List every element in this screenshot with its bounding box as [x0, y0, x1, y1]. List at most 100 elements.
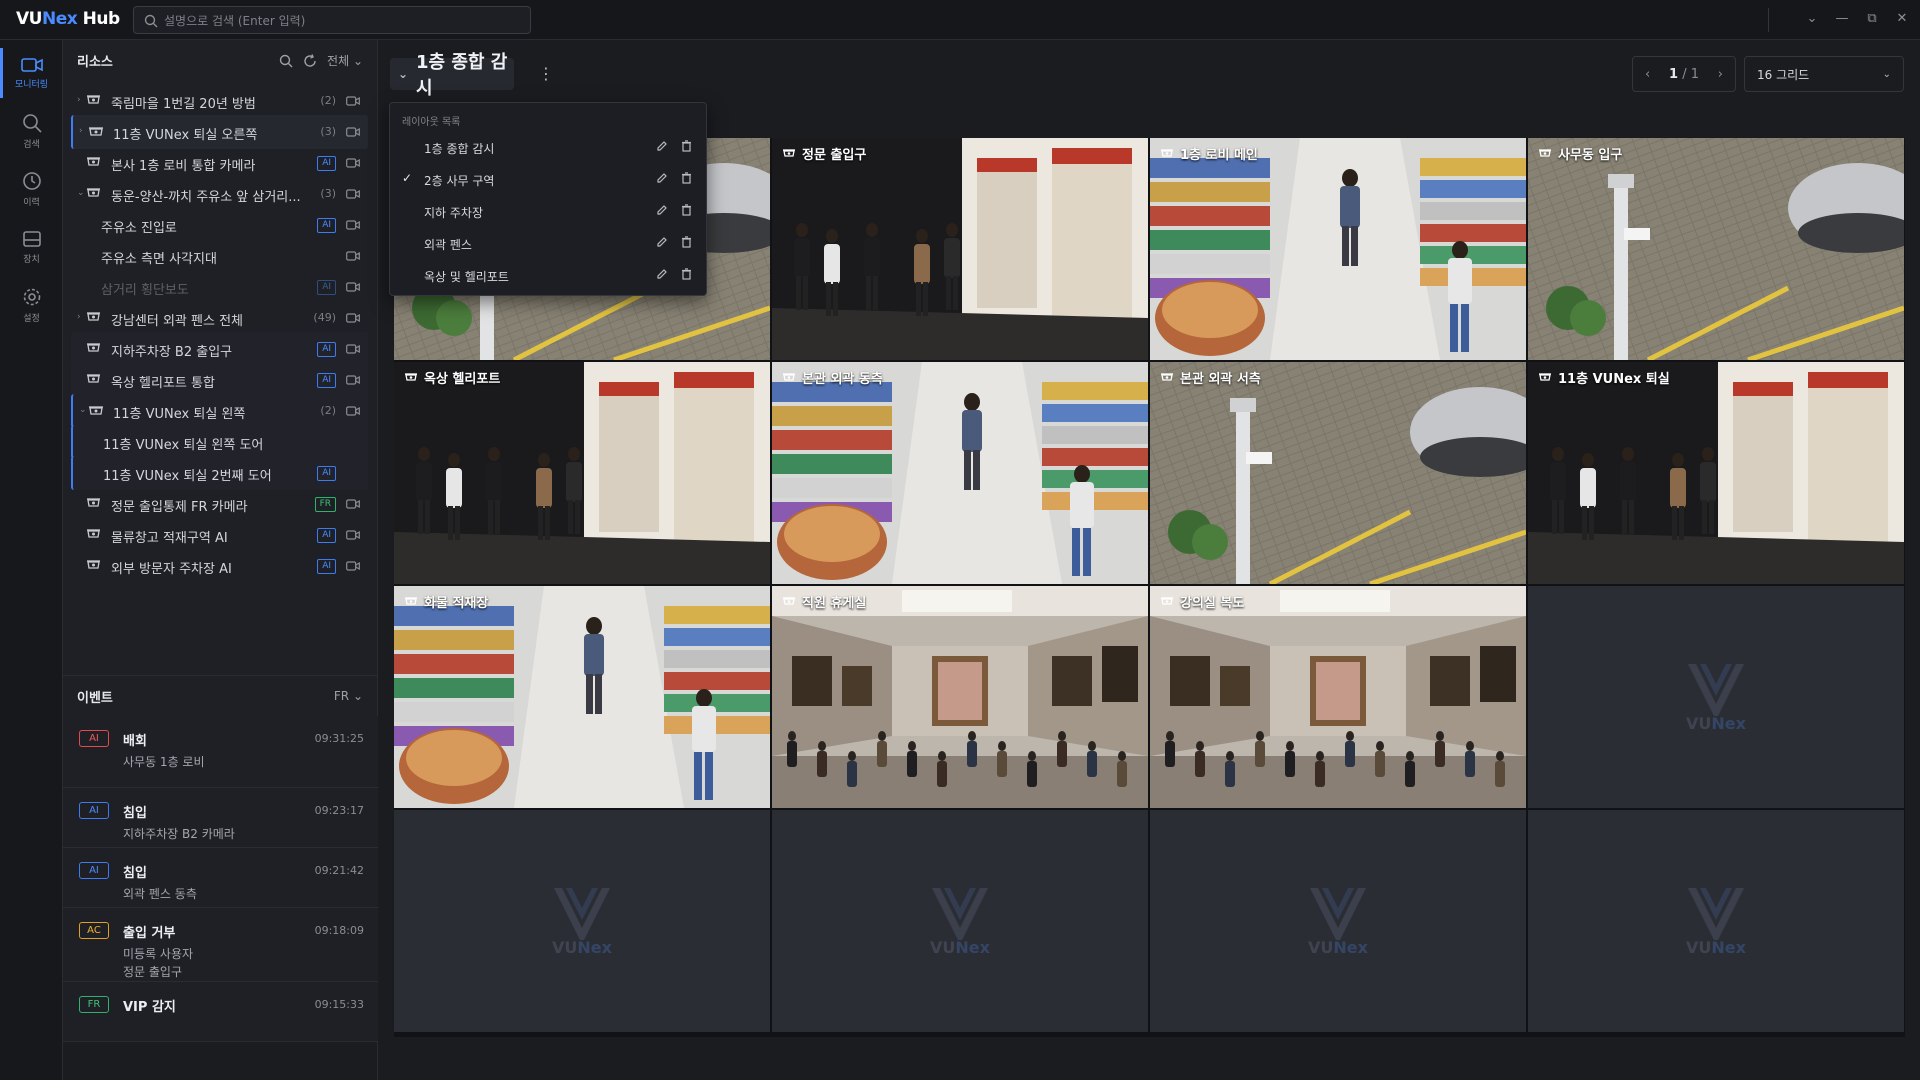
- layout-list-header: 레이아웃 목록: [402, 117, 461, 128]
- video-camera-icon[interactable]: [346, 188, 360, 200]
- close-icon[interactable]: ✕: [1894, 10, 1910, 26]
- trash-icon[interactable]: [681, 268, 692, 283]
- video-camera-icon[interactable]: [346, 312, 360, 324]
- edit-icon[interactable]: [656, 236, 668, 251]
- event-filter[interactable]: FR ⌄: [334, 689, 363, 703]
- resource-item[interactable]: 옥상 헬리포트 통합 AI: [71, 363, 368, 397]
- layout-list-item[interactable]: 외곽 펜스: [390, 227, 706, 259]
- resource-item[interactable]: › 강남센터 외곽 펜스 전체 (49): [71, 301, 368, 335]
- event-item[interactable]: FR VIP 감지 09:15:33: [63, 982, 378, 1042]
- ai-badge: AI: [317, 342, 336, 357]
- camera-group-icon: [88, 404, 104, 418]
- resource-item[interactable]: 외부 방문자 주차장 AI AI: [71, 549, 368, 583]
- nav-search[interactable]: 검색: [0, 102, 63, 160]
- empty-video-slot[interactable]: VUNex: [1150, 810, 1526, 1032]
- more-icon[interactable]: ⋮: [538, 64, 554, 83]
- video-camera-icon[interactable]: [346, 529, 360, 541]
- nav-device[interactable]: 장치: [0, 218, 63, 276]
- video-camera-icon[interactable]: [346, 281, 360, 293]
- grid-mode-select[interactable]: 16 그리드 ⌄: [1744, 56, 1904, 92]
- edit-icon[interactable]: [656, 140, 668, 155]
- layout-list-item[interactable]: 1층 종합 감시: [390, 131, 706, 163]
- resource-item[interactable]: 주유소 측면 사각지대: [71, 239, 368, 273]
- chevron-down-icon[interactable]: ⌄: [1804, 10, 1820, 26]
- nav-monitoring[interactable]: 모니터링: [0, 44, 63, 102]
- video-tile[interactable]: 본관 외곽 서측: [1150, 362, 1526, 584]
- empty-video-slot[interactable]: VUNex: [394, 810, 770, 1032]
- event-item[interactable]: AI 배회 09:31:25 사무동 1층 로비: [63, 716, 378, 788]
- event-time: 09:18:09: [314, 924, 364, 937]
- video-camera-icon[interactable]: [346, 498, 360, 510]
- empty-video-slot[interactable]: VUNex: [1528, 586, 1904, 808]
- camera-label: 직원 휴게실: [782, 592, 866, 611]
- resource-item[interactable]: 정문 출입통제 FR 카메라 FR: [71, 487, 368, 521]
- layout-name: 2층 사무 구역: [424, 174, 495, 188]
- video-camera-icon[interactable]: [346, 126, 360, 138]
- video-camera-icon[interactable]: [346, 219, 360, 231]
- video-tile[interactable]: 화물 적재장: [394, 586, 770, 808]
- video-tile[interactable]: 옥상 헬리포트: [394, 362, 770, 584]
- video-camera-icon[interactable]: [346, 560, 360, 572]
- edit-icon[interactable]: [656, 172, 668, 187]
- video-camera-icon[interactable]: [346, 157, 360, 169]
- trash-icon[interactable]: [681, 172, 692, 187]
- video-tile[interactable]: 강의실 복도: [1150, 586, 1526, 808]
- layout-list-item[interactable]: 옥상 및 헬리포트: [390, 259, 706, 291]
- video-tile[interactable]: 본관 외곽 동측: [772, 362, 1148, 584]
- layout-list-item[interactable]: ✓ 2층 사무 구역: [390, 163, 706, 195]
- next-page-icon[interactable]: ›: [1718, 67, 1723, 82]
- video-tile[interactable]: 직원 휴게실: [772, 586, 1148, 808]
- trash-icon[interactable]: [681, 140, 692, 155]
- search-icon[interactable]: [279, 54, 293, 68]
- resource-item[interactable]: 삼거리 횡단보도 AI: [71, 270, 368, 304]
- event-item[interactable]: AI 침입 09:23:17 지하주차장 B2 카메라: [63, 788, 378, 848]
- prev-page-icon[interactable]: ‹: [1645, 67, 1650, 82]
- resource-item[interactable]: 11층 VUNex 퇴실 2번째 도어 AI: [71, 456, 368, 490]
- minimize-icon[interactable]: —: [1834, 10, 1850, 26]
- video-tile[interactable]: 11층 VUNex 퇴실: [1528, 362, 1904, 584]
- resource-tree: › 죽림마을 1번길 20년 방범 (2) › 11층 VUNex 퇴실 오른쪽 (3) 본…: [63, 84, 378, 654]
- empty-video-slot[interactable]: VUNex: [1528, 810, 1904, 1032]
- resource-item[interactable]: › 죽림마을 1번길 20년 방범 (2): [71, 84, 368, 118]
- video-tile[interactable]: 1층 로비 메인: [1150, 138, 1526, 360]
- ai-badge: AI: [317, 156, 336, 171]
- history-icon: [22, 171, 41, 190]
- resource-filter[interactable]: 전체 ⌄: [327, 52, 363, 69]
- resource-item[interactable]: 본사 1층 로비 통합 카메라 AI: [71, 146, 368, 180]
- trash-icon[interactable]: [681, 236, 692, 251]
- resource-item[interactable]: › 11층 VUNex 퇴실 오른쪽 (3): [71, 115, 368, 149]
- video-camera-icon[interactable]: [346, 250, 360, 262]
- vunex-watermark-logo: VUNex: [1684, 886, 1748, 957]
- event-item[interactable]: AC 출입 거부 09:18:09 미등록 사용자 정문 출입구: [63, 908, 378, 982]
- resource-item[interactable]: ⌄ 11층 VUNex 퇴실 왼쪽 (2): [71, 394, 368, 428]
- resource-item[interactable]: 지하주차장 B2 출입구 AI: [71, 332, 368, 366]
- refresh-icon[interactable]: [303, 53, 317, 68]
- camera-label: 옥상 헬리포트: [404, 368, 500, 387]
- layout-selector[interactable]: ⌄ 1층 종합 감시: [390, 52, 514, 99]
- resource-item[interactable]: ⌄ 동운-양산-까치 주유소 앞 삼거리... (3): [71, 177, 368, 211]
- video-camera-icon[interactable]: [346, 374, 360, 386]
- resource-item-count: (3): [320, 187, 336, 200]
- resource-item-label: 주유소 측면 사각지대: [101, 252, 217, 267]
- video-camera-icon[interactable]: [346, 95, 360, 107]
- restore-icon[interactable]: ⧉: [1864, 10, 1880, 26]
- video-tile[interactable]: 사무동 입구: [1528, 138, 1904, 360]
- search-input[interactable]: 설명으로 검색 (Enter 입력): [133, 6, 531, 34]
- layout-list-item[interactable]: 지하 주차장: [390, 195, 706, 227]
- video-camera-icon[interactable]: [346, 405, 360, 417]
- video-camera-icon[interactable]: [346, 343, 360, 355]
- resource-item-label: 삼거리 횡단보도: [101, 283, 189, 298]
- grid-mode-value: 16 그리드: [1757, 67, 1810, 82]
- event-item[interactable]: AI 침입 09:21:42 외곽 펜스 동측: [63, 848, 378, 908]
- resource-item[interactable]: 11층 VUNex 퇴실 왼쪽 도어: [71, 425, 368, 459]
- video-tile[interactable]: 정문 출입구: [772, 138, 1148, 360]
- dome-camera-icon: [405, 596, 417, 605]
- resource-item[interactable]: 주유소 진입로 AI: [71, 208, 368, 242]
- nav-history[interactable]: 이력: [0, 160, 63, 218]
- edit-icon[interactable]: [656, 204, 668, 219]
- resource-item[interactable]: 물류창고 적재구역 AI AI: [71, 518, 368, 552]
- nav-settings[interactable]: 설정: [0, 276, 63, 334]
- trash-icon[interactable]: [681, 204, 692, 219]
- empty-video-slot[interactable]: VUNex: [772, 810, 1148, 1032]
- edit-icon[interactable]: [656, 268, 668, 283]
